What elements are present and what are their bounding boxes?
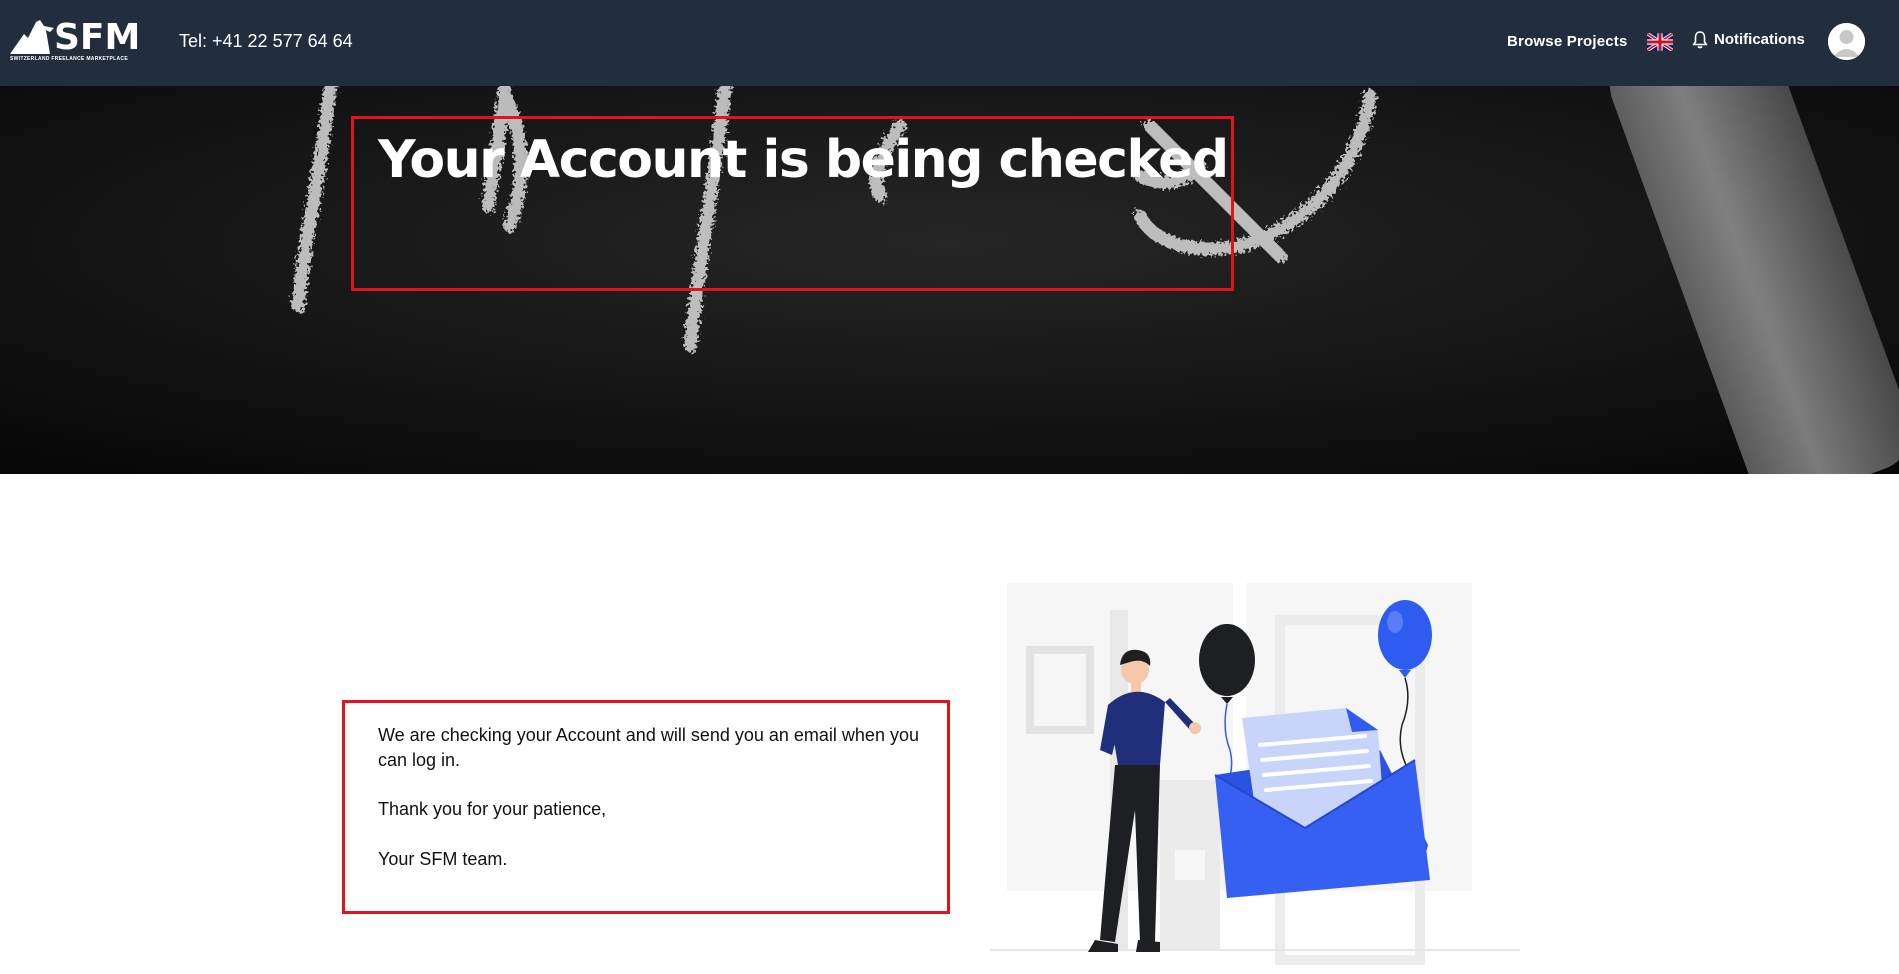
email-envelope-illustration	[990, 583, 1520, 965]
logo-subtitle: SWITZERLAND FREELANCE MARKETPLACE	[10, 56, 128, 62]
notifications-link[interactable]: Notifications	[1692, 30, 1805, 50]
blue-balloon	[1378, 600, 1432, 670]
notifications-label: Notifications	[1714, 31, 1805, 48]
top-navbar: SFM SWITZERLAND FREELANCE MARKETPLACE Te…	[0, 0, 1899, 86]
page-title: Your Account is being checked	[378, 130, 1229, 190]
sfm-logo[interactable]: SFM SWITZERLAND FREELANCE MARKETPLACE	[10, 16, 140, 64]
page: SFM SWITZERLAND FREELANCE MARKETPLACE Te…	[0, 0, 1899, 974]
logo-text: SFM	[54, 17, 141, 58]
message-line-3: Your SFM team.	[378, 849, 508, 869]
mountain-logo-icon	[10, 20, 54, 54]
user-avatar-icon[interactable]	[1828, 23, 1865, 60]
message-line-1: We are checking your Account and will se…	[378, 725, 919, 770]
phone-number[interactable]: Tel: +41 22 577 64 64	[179, 30, 353, 52]
browse-projects-link[interactable]: Browse Projects	[1507, 32, 1628, 52]
bell-icon	[1692, 31, 1708, 49]
message-line-2: Thank you for your patience,	[378, 799, 607, 819]
hero-banner: Your Account is being checked	[0, 86, 1899, 474]
uk-flag-icon[interactable]	[1646, 31, 1674, 53]
black-balloon	[1199, 624, 1255, 696]
